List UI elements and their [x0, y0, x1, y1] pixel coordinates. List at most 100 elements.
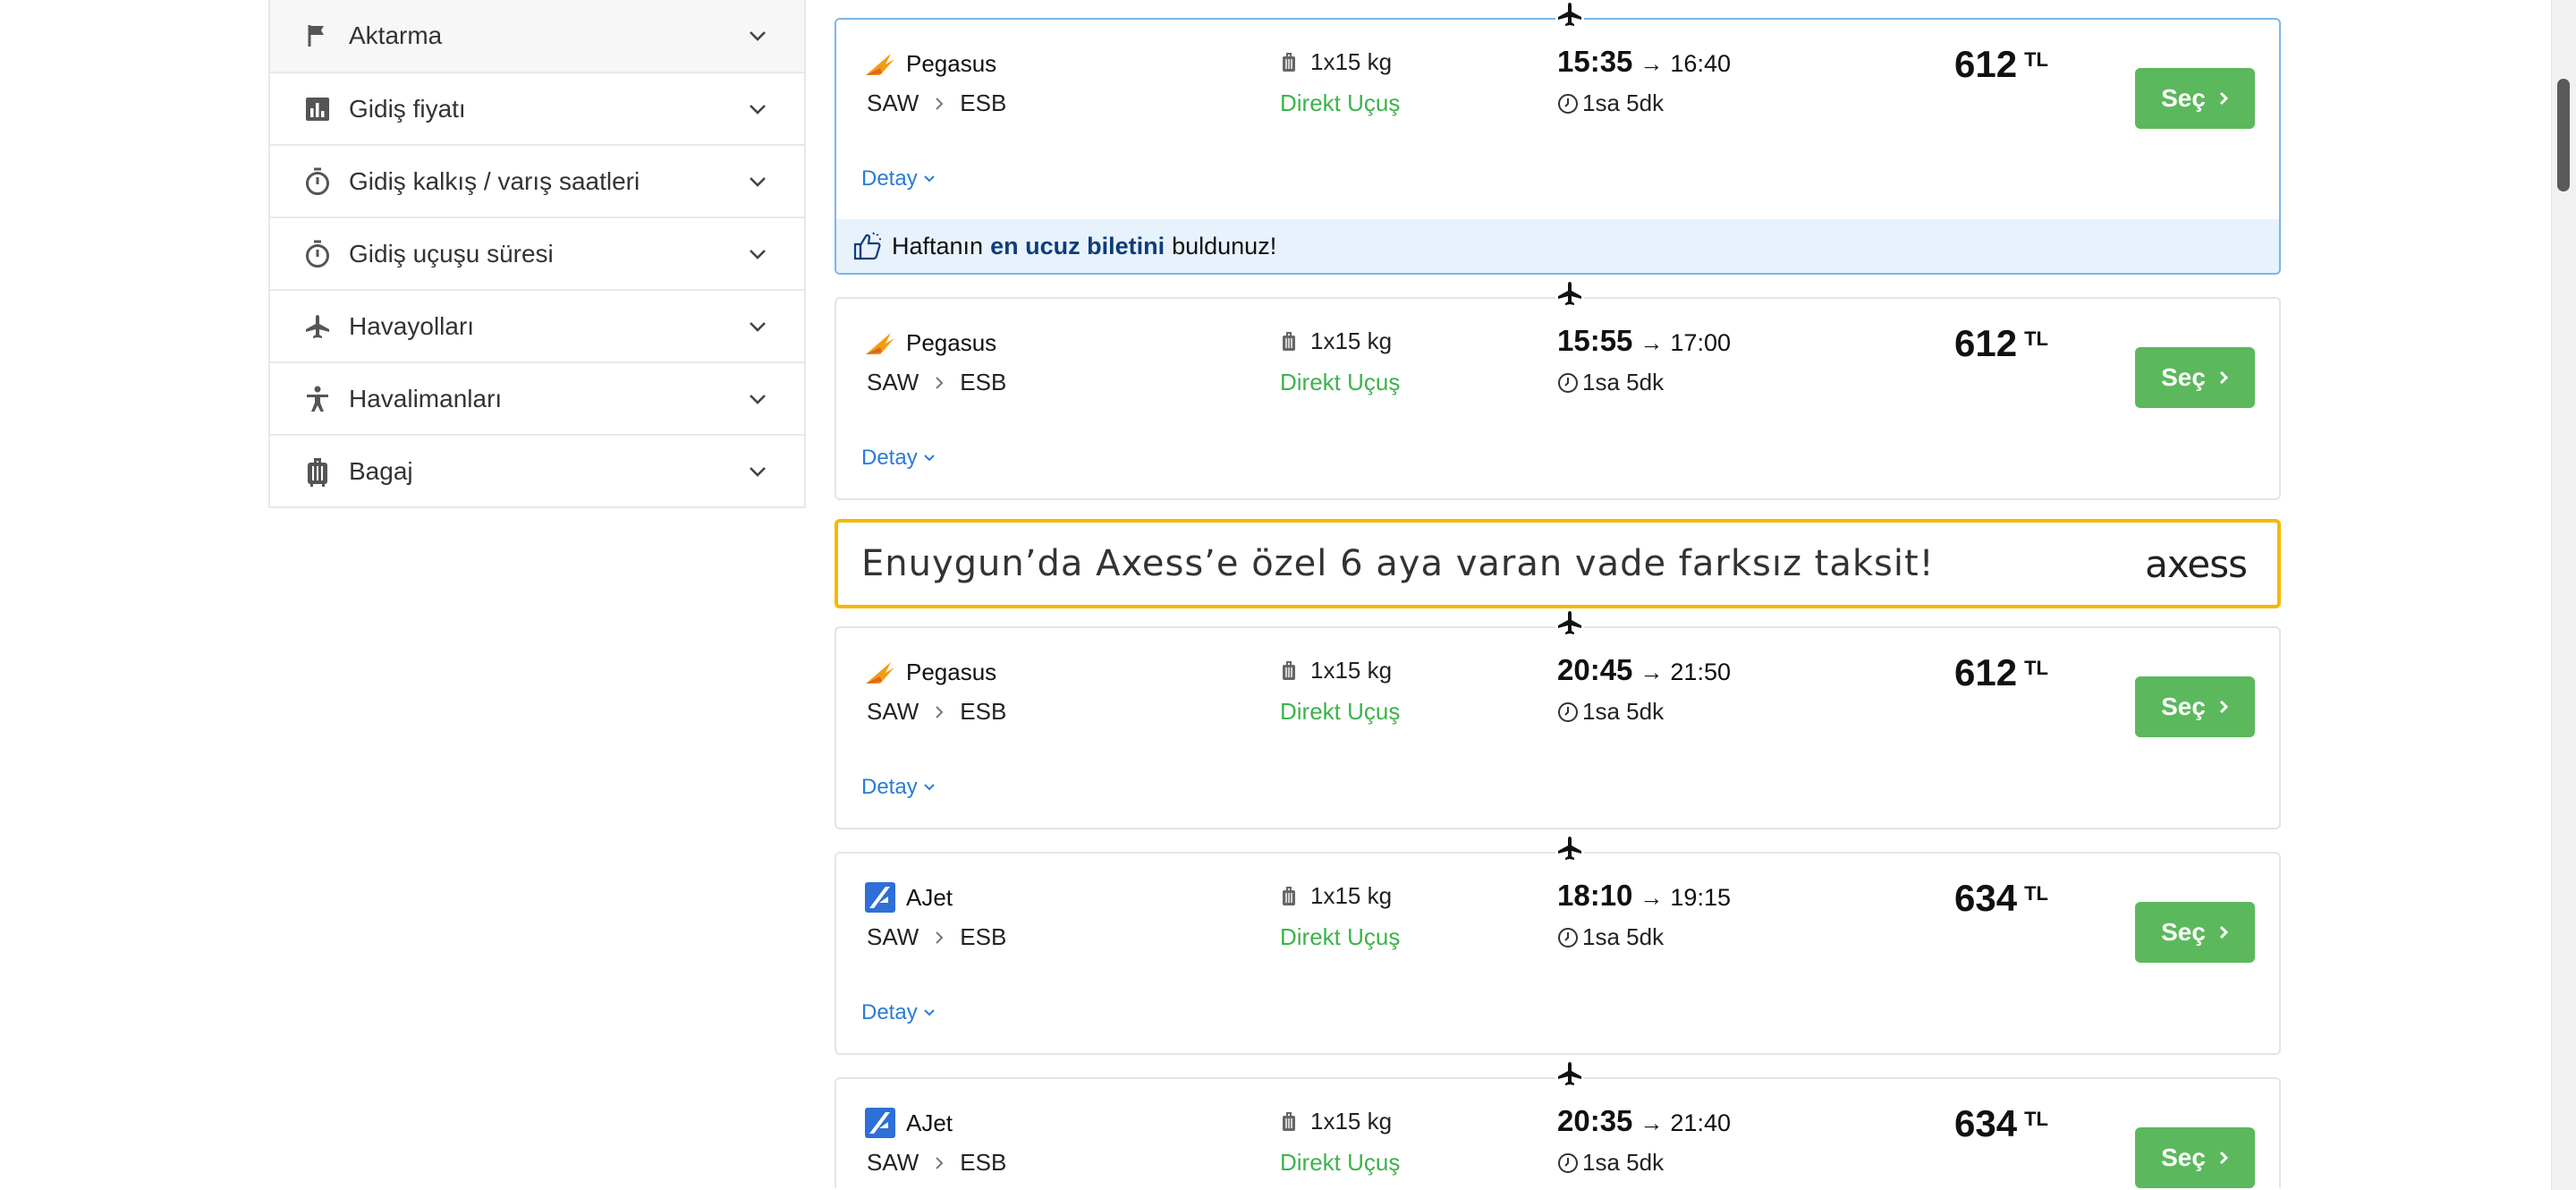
- banner-suffix: buldunuz!: [1172, 232, 1277, 259]
- filter-havalimanlari[interactable]: Havalimanları: [270, 361, 804, 434]
- price: 612 TL: [1954, 322, 2048, 365]
- ajet-logo: [863, 881, 897, 914]
- arrival-time: 21:50: [1670, 659, 1731, 685]
- chevron-right-icon: [935, 1156, 944, 1170]
- filter-bagaj[interactable]: Bagaj: [270, 434, 804, 506]
- flight-times: 20:35 → 21:40: [1557, 1104, 1731, 1138]
- clock-icon: [1557, 701, 1579, 723]
- filter-label: Havalimanları: [349, 384, 503, 412]
- filter-label: Gidiş fiyatı: [349, 94, 466, 123]
- destination-code: ESB: [960, 698, 1007, 725]
- select-button[interactable]: Seç: [2135, 1127, 2255, 1188]
- origin-code: SAW: [867, 1149, 919, 1176]
- departure-time: 15:55: [1557, 324, 1633, 357]
- airline: AJet: [863, 1106, 953, 1140]
- flight-card[interactable]: Pegasus SAW ESB 1x15 kg Direkt Uçuş 15:3…: [835, 0, 2281, 275]
- details-link[interactable]: Detay: [861, 166, 936, 191]
- airline: Pegasus: [863, 47, 996, 81]
- filter-label: Gidiş uçuşu süresi: [349, 239, 554, 268]
- filter-gidis-fiyati[interactable]: Gidiş fiyatı: [270, 72, 804, 144]
- route: SAW ESB: [867, 89, 1006, 117]
- flight-times: 18:10 → 19:15: [1557, 879, 1731, 913]
- airline-name: Pegasus: [906, 328, 997, 356]
- filter-label: Aktarma: [349, 21, 443, 49]
- select-button-label: Seç: [2161, 693, 2206, 720]
- select-button[interactable]: Seç: [2135, 68, 2255, 129]
- chevron-right-icon: [935, 931, 944, 945]
- departure-time: 20:45: [1557, 653, 1633, 686]
- duration-text: 1sa 5dk: [1582, 369, 1665, 395]
- airplane-icon: [1555, 0, 1584, 29]
- flight-duration: 1sa 5dk: [1557, 89, 1664, 117]
- airplane-icon: [1555, 1059, 1584, 1088]
- details-label: Detay: [861, 1000, 918, 1024]
- arrow-separator: →: [1640, 329, 1664, 356]
- filter-havayollari[interactable]: Havayolları: [270, 289, 804, 361]
- airline: AJet: [863, 880, 953, 914]
- airplane-icon: [302, 311, 333, 342]
- destination-code: ESB: [960, 89, 1007, 116]
- axess-ad-banner[interactable]: Enuygun’da Axess’e özel 6 aya varan vade…: [835, 519, 2281, 608]
- departure-time: 20:35: [1557, 1104, 1633, 1137]
- airplane-icon: [1555, 834, 1584, 863]
- details-link[interactable]: Detay: [861, 1000, 936, 1025]
- clock-icon: [1557, 93, 1579, 115]
- route: SAW ESB: [867, 923, 1006, 951]
- stopwatch-icon: [302, 239, 333, 269]
- price: 634 TL: [1954, 1102, 2048, 1145]
- scrollbar-thumb[interactable]: [2557, 79, 2570, 191]
- flight-card[interactable]: Pegasus SAW ESB 1x15 kg Direkt Uçuş 20:4…: [835, 608, 2281, 829]
- chevron-right-icon: [2218, 90, 2229, 106]
- arrival-time: 19:15: [1670, 884, 1731, 911]
- price: 612 TL: [1954, 651, 2048, 694]
- clock-icon: [1557, 1152, 1579, 1174]
- chevron-down-icon: [923, 783, 936, 792]
- flight-type: Direkt Uçuş: [1280, 369, 1401, 395]
- luggage-icon: [302, 456, 333, 487]
- select-button[interactable]: Seç: [2135, 902, 2255, 963]
- arrow-separator: →: [1640, 884, 1664, 911]
- chevron-right-icon: [2218, 370, 2229, 386]
- chevron-down-icon: [747, 25, 768, 47]
- chevron-down-icon: [747, 388, 768, 410]
- destination-code: ESB: [960, 923, 1007, 950]
- origin-code: SAW: [867, 698, 919, 725]
- chevron-right-icon: [2218, 924, 2229, 940]
- arrow-separator: →: [1640, 1109, 1664, 1136]
- duration-text: 1sa 5dk: [1582, 698, 1665, 725]
- flight-card[interactable]: AJet SAW ESB 1x15 kg Direkt Uçuş 20:35 →…: [835, 1059, 2281, 1188]
- select-button[interactable]: Seç: [2135, 347, 2255, 408]
- arrival-time: 21:40: [1670, 1109, 1731, 1136]
- filter-ucus-suresi[interactable]: Gidiş uçuşu süresi: [270, 217, 804, 289]
- thumbs-up-icon: [852, 231, 883, 261]
- chevron-right-icon: [2218, 1150, 2229, 1166]
- filter-kalkis-varis-saatleri[interactable]: Gidiş kalkış / varış saatleri: [270, 144, 804, 217]
- baggage-allowance: 1x15 kg: [1310, 1108, 1393, 1135]
- route: SAW ESB: [867, 698, 1006, 726]
- chevron-down-icon: [747, 461, 768, 482]
- destination-code: ESB: [960, 369, 1007, 395]
- airplane-icon: [1555, 279, 1584, 308]
- chevron-down-icon: [747, 171, 768, 192]
- select-button[interactable]: Seç: [2135, 676, 2255, 737]
- arrival-time: 17:00: [1670, 329, 1731, 356]
- airline: Pegasus: [863, 326, 996, 360]
- flight-card[interactable]: Pegasus SAW ESB 1x15 kg Direkt Uçuş 15:5…: [835, 279, 2281, 500]
- arrow-separator: →: [1640, 50, 1664, 77]
- price: 612 TL: [1954, 43, 2048, 86]
- price-currency: TL: [2024, 657, 2048, 679]
- details-link[interactable]: Detay: [861, 446, 936, 471]
- flight-type: Direkt Uçuş: [1280, 698, 1401, 725]
- flight-times: 15:35 → 16:40: [1557, 45, 1731, 79]
- filter-sidebar: Aktarma Gidiş fiyatı Gidiş kalkış / varı…: [268, 0, 806, 508]
- details-label: Detay: [861, 775, 918, 799]
- filter-aktarma[interactable]: Aktarma: [270, 0, 804, 72]
- details-link[interactable]: Detay: [861, 775, 936, 800]
- baggage-info: 1x15 kg: [1282, 327, 1392, 355]
- price-amount: 634: [1954, 877, 2018, 919]
- ajet-logo: [863, 1107, 897, 1139]
- flight-duration: 1sa 5dk: [1557, 1149, 1664, 1177]
- flight-card[interactable]: AJet SAW ESB 1x15 kg Direkt Uçuş 18:10 →…: [835, 834, 2281, 1055]
- cheapest-ticket-banner: Haftanın en ucuz biletini buldunuz!: [836, 219, 2279, 273]
- page-scrollbar[interactable]: [2551, 0, 2576, 1190]
